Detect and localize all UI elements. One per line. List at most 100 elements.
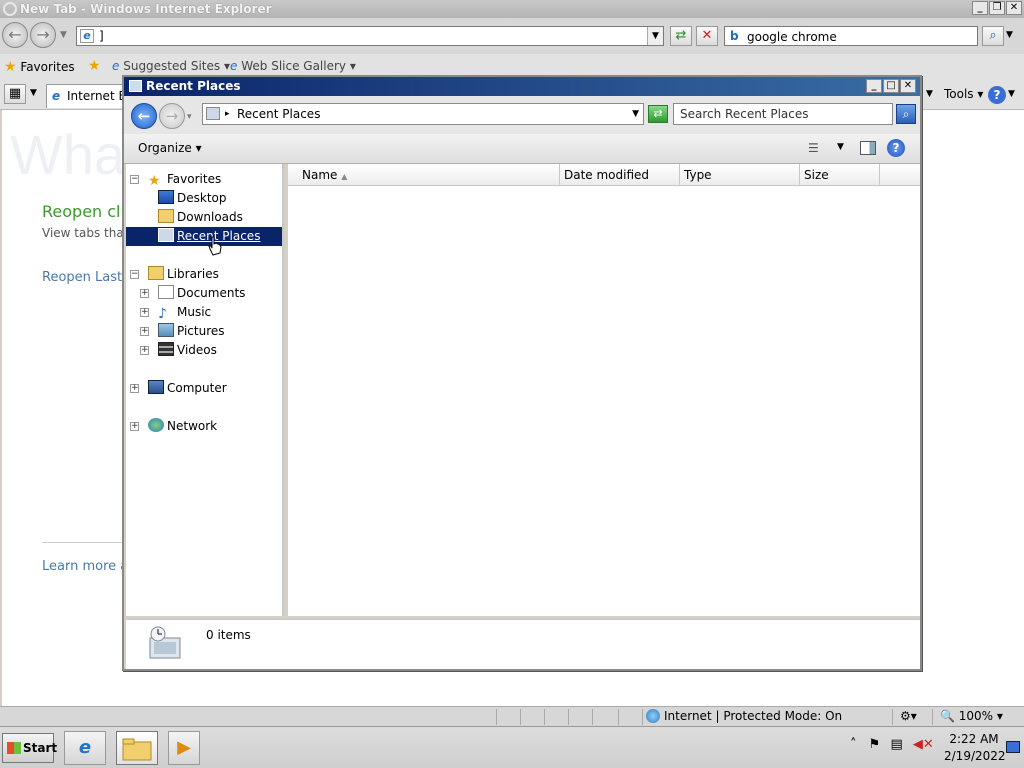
preview-pane-icon[interactable] — [860, 141, 876, 155]
minimize-button[interactable]: _ — [972, 1, 988, 15]
tree-item-documents[interactable]: + Documents — [140, 284, 246, 303]
recent-pages-dropdown-icon[interactable]: ▾ — [187, 112, 192, 122]
tree-item-label: Pictures — [177, 324, 225, 338]
taskbar-explorer-button[interactable] — [116, 731, 158, 765]
ie-history-dropdown-icon[interactable]: ▼ — [60, 30, 67, 40]
expand-icon[interactable]: + — [140, 346, 149, 355]
expand-icon[interactable]: + — [130, 384, 139, 393]
protected-mode-icon[interactable]: ⚙▾ — [900, 709, 917, 723]
ie-stop-button[interactable]: ✕ — [696, 26, 718, 46]
close-button[interactable]: ✕ — [1006, 1, 1022, 15]
explorer-search-input[interactable]: Search Recent Places — [673, 103, 893, 125]
organize-button[interactable]: Organize ▾ — [138, 141, 202, 155]
system-clock[interactable]: 2:22 AM 2/19/2022 — [944, 731, 1006, 765]
collapse-icon[interactable]: − — [130, 175, 139, 184]
network-tray-icon[interactable]: ▤ — [890, 737, 902, 752]
breadcrumb[interactable]: Recent Places — [237, 104, 320, 124]
explorer-refresh-button[interactable]: ⇄ — [648, 105, 668, 123]
start-button[interactable]: Start — [2, 733, 57, 763]
ie-forward-button[interactable]: → — [30, 22, 56, 48]
fav-link-label: Web Slice Gallery — [241, 59, 347, 73]
explorer-help-icon[interactable]: ? — [887, 139, 905, 157]
explorer-address-bar[interactable]: ▸ Recent Places ▼ — [202, 103, 644, 125]
tree-item-pictures[interactable]: + Pictures — [140, 322, 225, 341]
expand-icon[interactable]: + — [130, 422, 139, 431]
ie-help-icon[interactable]: ? — [988, 86, 1006, 104]
tab-new-tab[interactable]: e Internet Ex — [46, 84, 126, 108]
tree-item-label: Music — [177, 305, 212, 319]
volume-muted-icon[interactable]: ◀✕ — [913, 737, 934, 752]
reopen-description: View tabs that — [42, 226, 129, 240]
taskbar-media-player-button[interactable]: ▶ — [168, 731, 200, 765]
taskbar-ie-button[interactable]: e — [64, 731, 106, 765]
tree-item-network[interactable]: + Network — [130, 417, 217, 436]
action-center-flag-icon[interactable]: ⚑ — [869, 737, 881, 752]
ie-refresh-button[interactable]: ⇄ — [670, 26, 692, 46]
ie-search-input[interactable]: google chrome — [747, 30, 837, 44]
explorer-toolbar: Organize ▾ ☰ ▼ ? — [124, 134, 920, 164]
fav-link-suggested-sites[interactable]: e Suggested Sites ▾ — [112, 59, 230, 73]
tree-item-downloads[interactable]: Downloads — [158, 208, 243, 227]
restore-button[interactable]: ❐ — [989, 1, 1005, 15]
tree-item-label: Computer — [167, 381, 227, 395]
minimize-button[interactable]: _ — [866, 79, 882, 93]
tree-item-label: Documents — [177, 286, 246, 300]
page-menu-dropdown-icon[interactable]: ▼ — [926, 89, 933, 99]
explorer-title-bar[interactable]: Recent Places _ □ ✕ — [124, 77, 920, 96]
expand-icon[interactable]: + — [140, 289, 149, 298]
column-header-name[interactable]: Name ▲ — [288, 164, 560, 186]
tree-item-recent-places[interactable]: Recent Places — [126, 227, 282, 246]
expand-icon[interactable]: + — [140, 308, 149, 317]
zoom-level[interactable]: 🔍 100% ▾ — [940, 709, 1003, 723]
column-header-size[interactable]: Size — [800, 164, 880, 186]
close-button[interactable]: ✕ — [900, 79, 916, 93]
collapse-icon[interactable]: − — [130, 270, 139, 279]
tree-item-computer[interactable]: + Computer — [130, 379, 227, 398]
libraries-icon — [148, 266, 164, 280]
reopen-closed-tabs-heading[interactable]: Reopen cl — [42, 202, 121, 221]
security-zone[interactable]: Internet | Protected Mode: On — [646, 709, 842, 723]
views-dropdown-icon[interactable]: ▼ — [837, 142, 844, 152]
tools-label: Tools — [944, 87, 974, 101]
ie-title-bar[interactable]: New Tab - Windows Internet Explorer _ ❐ … — [0, 0, 1024, 18]
folder-icon — [122, 738, 152, 761]
explorer-forward-button[interactable]: → — [159, 103, 185, 129]
taskbar: Start e ▶ ˄ ⚑ ▤ ◀✕ 2:22 AM 2/19/2022 — [0, 726, 1024, 768]
address-dropdown-icon[interactable]: ▼ — [632, 104, 639, 124]
ie-back-button[interactable]: ← — [2, 22, 28, 48]
ie-search-box[interactable]: b google chrome — [724, 26, 978, 46]
favorites-button[interactable]: ★ Favorites — [4, 58, 75, 76]
ie-search-button[interactable]: ⌕ — [982, 26, 1004, 46]
ie-logo-icon — [3, 2, 17, 16]
expand-icon[interactable]: + — [140, 327, 149, 336]
explorer-back-button[interactable]: ← — [131, 103, 157, 129]
tab-list-dropdown-icon[interactable]: ▼ — [30, 88, 37, 98]
tree-item-libraries[interactable]: − Libraries — [130, 265, 219, 284]
tools-menu-button[interactable]: Tools ▾ — [944, 87, 983, 101]
ie-address-input[interactable]: ] — [99, 29, 104, 43]
tree-item-desktop[interactable]: Desktop — [158, 189, 227, 208]
ie-address-bar[interactable]: e ] ▼ — [76, 26, 664, 46]
quick-tabs-icon[interactable]: ▦ — [4, 84, 26, 104]
show-hidden-icons-icon[interactable]: ˄ — [850, 737, 857, 752]
show-desktop-icon[interactable] — [1006, 741, 1020, 753]
zoom-label: 100% — [958, 709, 994, 723]
fav-link-web-slice-gallery[interactable]: e Web Slice Gallery ▾ — [230, 59, 356, 73]
breadcrumb-separator-icon[interactable]: ▸ — [225, 104, 230, 124]
tree-item-videos[interactable]: + Videos — [140, 341, 217, 360]
add-favorites-icon[interactable]: ★ — [88, 58, 101, 74]
explorer-search-icon[interactable]: ⌕ — [896, 104, 916, 124]
file-list-pane[interactable]: Name ▲ Date modified Type Size — [288, 164, 920, 616]
fav-link-label: Suggested Sites — [123, 59, 221, 73]
column-label: Size — [804, 168, 829, 182]
tree-item-favorites[interactable]: − ★ Favorites — [130, 170, 222, 189]
tree-item-music[interactable]: + ♪ Music — [140, 303, 212, 322]
change-view-icon[interactable]: ☰ — [808, 141, 819, 155]
address-dropdown-icon[interactable]: ▼ — [647, 27, 663, 45]
maximize-button[interactable]: □ — [883, 79, 899, 93]
search-options-dropdown-icon[interactable]: ▼ — [1006, 30, 1013, 40]
column-header-date-modified[interactable]: Date modified — [560, 164, 680, 186]
tree-item-label: Favorites — [167, 172, 222, 186]
help-dropdown-icon[interactable]: ▼ — [1008, 89, 1015, 99]
column-header-type[interactable]: Type — [680, 164, 800, 186]
